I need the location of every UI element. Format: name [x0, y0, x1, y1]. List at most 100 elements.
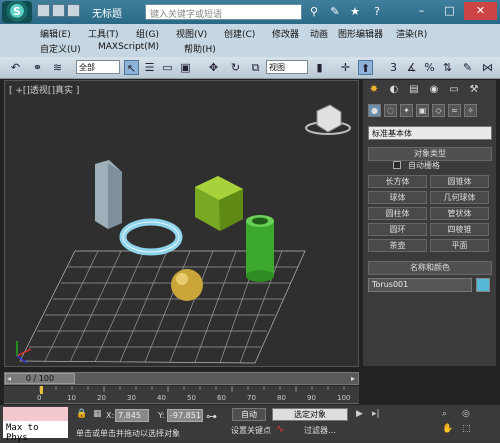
bind-space-warp-icon[interactable]: ≋ [50, 60, 65, 75]
selection-filter-dropdown[interactable]: 全部 [76, 60, 120, 74]
pivot-center-icon[interactable]: ▮ [312, 60, 327, 75]
new-file-icon[interactable] [37, 4, 50, 17]
cone-button[interactable]: 圆锥体 [430, 175, 489, 188]
systems-icon[interactable]: ✧ [464, 104, 477, 117]
menu-tools[interactable]: 工具(T) [88, 27, 119, 40]
teapot-button[interactable]: 茶壶 [368, 239, 427, 252]
cameras-icon[interactable]: ▣ [416, 104, 429, 117]
cylinder-button[interactable]: 圆柱体 [368, 207, 427, 220]
app-logo-icon[interactable]: S [2, 1, 32, 23]
display-tab-icon[interactable]: ▭ [447, 83, 461, 97]
menu-maxscript[interactable]: MAXScript(M) [98, 42, 159, 52]
minimize-button[interactable]: – [408, 2, 435, 20]
close-button[interactable]: ✕ [464, 2, 497, 20]
x-coord-field[interactable]: 7.845 [115, 409, 149, 422]
maximize-button[interactable]: □ [436, 2, 463, 20]
menu-graph-editors[interactable]: 图形编辑器 [338, 27, 383, 40]
auto-grid-checkbox[interactable] [393, 161, 401, 169]
key-filters-button[interactable]: 过滤器... [304, 425, 336, 436]
set-key-button[interactable]: 设置关键点 [231, 425, 271, 436]
window-crossing-icon[interactable]: ▣ [178, 60, 193, 75]
snaps-toggle-icon[interactable]: 3 [386, 60, 401, 75]
time-slider[interactable]: 0 / 100 ◂ ▸ [4, 372, 359, 385]
track-bar[interactable]: 0 10 20 30 40 50 60 70 80 90 100 [4, 386, 359, 404]
communication-icon[interactable]: ✎ [328, 5, 342, 19]
pyramid-button[interactable]: 四棱锥 [430, 223, 489, 236]
play-icon[interactable]: ▶ [356, 409, 363, 419]
status-bar: Max to Phys 🔒 ▦ X: 7.845 Y: -97.851 ⊶ 自动… [0, 405, 500, 443]
select-by-name-icon[interactable]: ☰ [142, 60, 157, 75]
motion-tab-icon[interactable]: ◉ [427, 83, 441, 97]
percent-snap-icon[interactable]: % [422, 60, 437, 75]
reference-coordinate-dropdown[interactable]: 视图 [266, 60, 308, 74]
maximize-viewport-icon[interactable]: ⬚ [462, 424, 471, 434]
menu-group[interactable]: 组(G) [136, 27, 159, 40]
next-frame-icon[interactable]: ▸ [351, 374, 355, 383]
pan-view-icon[interactable]: ✋ [442, 424, 453, 434]
search-input[interactable]: 键入关键字或短语 [145, 4, 302, 20]
create-tab-icon[interactable]: ✸ [367, 83, 381, 97]
box-green-object [195, 176, 243, 231]
prev-frame-icon[interactable]: ◂ [7, 374, 11, 383]
help-icon[interactable]: ? [370, 5, 384, 19]
menu-rendering[interactable]: 渲染(R) [396, 27, 427, 40]
object-color-swatch[interactable] [476, 278, 490, 292]
hierarchy-tab-icon[interactable]: ▤ [407, 83, 421, 97]
sphere-button[interactable]: 球体 [368, 191, 427, 204]
select-and-rotate-icon[interactable]: ↻ [228, 60, 243, 75]
open-file-icon[interactable] [52, 4, 65, 17]
lights-icon[interactable]: ✦ [400, 104, 413, 117]
menu-modifiers[interactable]: 修改器 [272, 27, 299, 40]
torus-button[interactable]: 圆环 [368, 223, 427, 236]
selected-object-dropdown[interactable]: 选定对象 [272, 408, 348, 421]
menu-customize[interactable]: 自定义(U) [40, 42, 81, 55]
menu-create[interactable]: 创建(C) [224, 27, 255, 40]
key-filters-curve-icon[interactable]: ∿ [276, 424, 284, 435]
shapes-icon[interactable]: ◌ [384, 104, 397, 117]
next-key-icon[interactable]: ▸| [372, 409, 380, 419]
object-type-rollout-header[interactable]: 对象类型 [368, 147, 492, 161]
maxscript-listener-output[interactable] [3, 407, 68, 421]
absolute-mode-icon[interactable]: ▦ [93, 409, 102, 419]
menu-edit[interactable]: 编辑(E) [40, 27, 71, 40]
binoculars-icon[interactable]: ⚲ [307, 5, 321, 19]
space-warps-icon[interactable]: ≈ [448, 104, 461, 117]
undo-icon[interactable]: ↶ [8, 60, 23, 75]
link-icon[interactable]: ⚭ [30, 60, 45, 75]
spinner-snap-icon[interactable]: ⇅ [440, 60, 455, 75]
lock-selection-icon[interactable]: 🔒 [76, 409, 87, 419]
menu-animation[interactable]: 动画 [310, 27, 328, 40]
object-category-dropdown[interactable]: 标准基本体 [368, 126, 492, 140]
keyboard-shortcut-override-icon[interactable]: ⬆ [358, 60, 373, 75]
select-object-icon[interactable]: ↖ [124, 60, 139, 75]
utilities-tab-icon[interactable]: ⚒ [467, 83, 481, 97]
select-and-move-icon[interactable]: ✥ [206, 60, 221, 75]
modify-tab-icon[interactable]: ◐ [387, 83, 401, 97]
menu-help[interactable]: 帮助(H) [184, 42, 216, 55]
name-color-rollout-header[interactable]: 名称和颜色 [368, 261, 492, 275]
time-slider-thumb[interactable]: 0 / 100 [5, 373, 75, 384]
favorites-star-icon[interactable]: ★ [348, 5, 362, 19]
perspective-viewport[interactable]: [ +[]透视[]真实 ] [4, 80, 359, 367]
set-key-icon[interactable]: ⊶ [206, 410, 217, 423]
angle-snap-icon[interactable]: ∡ [404, 60, 419, 75]
rectangular-selection-icon[interactable]: ▭ [160, 60, 175, 75]
menu-views[interactable]: 视图(V) [176, 27, 207, 40]
save-file-icon[interactable] [67, 4, 80, 17]
mirror-icon[interactable]: ⋈ [480, 60, 495, 75]
tube-button[interactable]: 管状体 [430, 207, 489, 220]
object-name-field[interactable]: Torus001 [368, 278, 472, 292]
geosphere-button[interactable]: 几何球体 [430, 191, 489, 204]
select-and-scale-icon[interactable]: ⧉ [248, 60, 263, 75]
named-selection-icon[interactable]: ✎ [460, 60, 475, 75]
helpers-icon[interactable]: ◇ [432, 104, 445, 117]
y-coord-field[interactable]: -97.851 [167, 409, 203, 422]
zoom-region-icon[interactable]: ⌕ [442, 409, 447, 419]
select-manipulate-icon[interactable]: ✛ [338, 60, 353, 75]
maxscript-listener-input[interactable]: Max to Phys [3, 421, 68, 443]
box-button[interactable]: 长方体 [368, 175, 427, 188]
auto-key-button[interactable]: 自动 [232, 408, 266, 421]
orbit-icon[interactable]: ◎ [462, 409, 470, 419]
geometry-icon[interactable]: ● [368, 104, 381, 117]
plane-button[interactable]: 平面 [430, 239, 489, 252]
